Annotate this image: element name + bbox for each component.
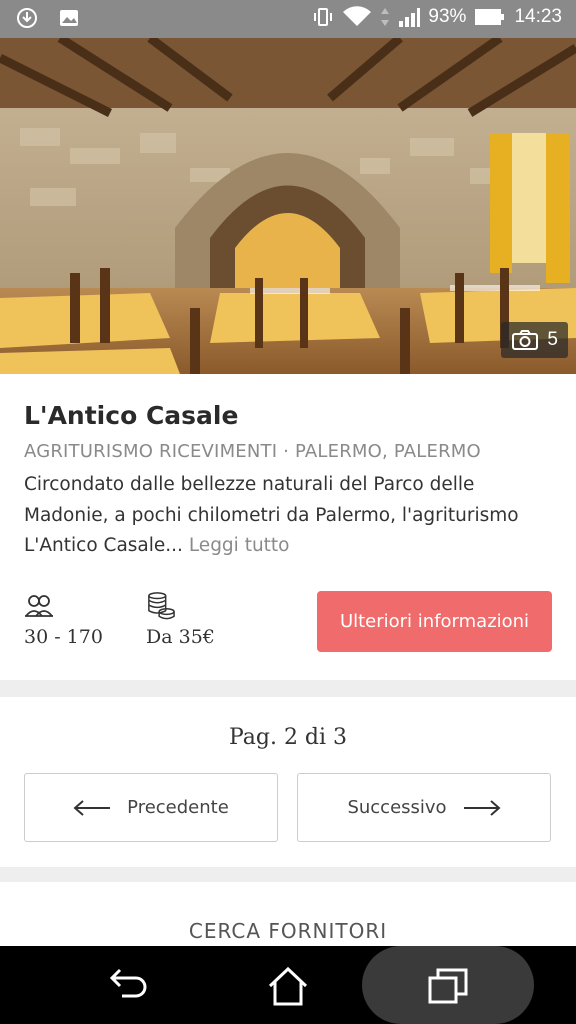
pagination: Pag. 2 di 3 Precedente Successivo	[0, 697, 576, 867]
guests-stat: 30 - 170	[24, 592, 103, 648]
listing-subtitle: AGRITURISMO RICEVIMENTI · PALERMO, PALER…	[24, 441, 481, 462]
photo-count: 5	[547, 329, 558, 350]
guests-range: 30 - 170	[24, 626, 103, 648]
restaurant-interior-image	[0, 38, 576, 374]
previous-label: Precedente	[127, 797, 229, 818]
camera-icon	[512, 330, 539, 350]
price-stat: Da 35€	[146, 592, 215, 648]
listing-title[interactable]: L'Antico Casale	[24, 401, 238, 430]
arrow-left-icon	[73, 799, 111, 816]
home-icon[interactable]	[266, 964, 310, 1008]
page-indicator: Pag. 2 di 3	[228, 725, 348, 750]
sync-icon	[17, 8, 37, 28]
arrow-right-icon	[463, 799, 501, 816]
next-label: Successivo	[347, 797, 447, 818]
venue-photo[interactable]: 5	[0, 38, 576, 374]
more-info-button[interactable]: Ulteriori informazioni	[317, 591, 552, 652]
signal-icon	[399, 8, 421, 27]
photo-count-badge[interactable]: 5	[501, 322, 568, 358]
listing-description: Circondato dalle bellezze naturali del P…	[24, 470, 554, 562]
system-nav-bar	[0, 946, 576, 1024]
coins-icon	[148, 592, 175, 620]
listing-card: L'Antico Casale AGRITURISMO RICEVIMENTI …	[0, 374, 576, 680]
battery-percent: 93%	[428, 6, 467, 27]
wifi-icon	[343, 6, 372, 26]
separator	[0, 867, 576, 882]
battery-icon	[475, 9, 505, 25]
image-icon	[60, 10, 78, 26]
status-bar: 93% 14:23	[0, 0, 576, 38]
suppliers-section: CERCA FORNITORI	[0, 882, 576, 946]
data-arrows-icon	[381, 8, 390, 26]
read-more-link[interactable]: Leggi tutto	[189, 535, 290, 556]
clock: 14:23	[514, 6, 562, 27]
section-title: CERCA FORNITORI	[188, 919, 388, 943]
recent-apps-icon[interactable]	[426, 964, 470, 1008]
price-from: Da 35€	[146, 626, 215, 648]
next-page-button[interactable]: Successivo	[297, 773, 551, 842]
vibrate-icon	[314, 8, 333, 26]
separator	[0, 680, 576, 697]
previous-page-button[interactable]: Precedente	[24, 773, 278, 842]
back-icon[interactable]	[106, 964, 150, 1008]
guests-icon	[25, 595, 53, 617]
